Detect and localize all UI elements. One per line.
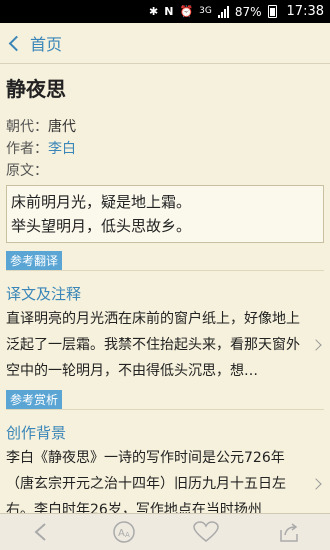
alarm-icon: ⏰ [179, 5, 194, 18]
chevron-left-icon [8, 35, 25, 51]
appreciation-tag: 参考赏析 [6, 390, 63, 409]
dynasty-row: 朝代：唐代 [6, 116, 324, 138]
status-bar: ✱ N ⏰ 3G 87% 17:38 [0, 0, 330, 23]
dynasty-value: 唐代 [48, 119, 76, 135]
share-icon [280, 523, 298, 542]
poem-line: 举头望明月，低头思故乡。 [11, 217, 192, 235]
clock: 17:38 [286, 4, 324, 19]
poem-title: 静夜思 [6, 77, 66, 101]
author-row: 作者：李白 [6, 138, 324, 160]
author-link[interactable]: 李白 [48, 141, 76, 157]
chevron-right-icon [310, 478, 322, 490]
translation-body: 直译明亮的月光洒在床前的窗户纸上，好像地上泛起了一层霜。我禁不住抬起头来，看那天… [6, 306, 324, 384]
back-button[interactable]: 首页 [8, 31, 62, 55]
translation-title: 译文及注释 [6, 285, 82, 303]
background-title: 创作背景 [6, 424, 67, 442]
network-type-label: 3G [199, 6, 212, 16]
translation-section[interactable]: 译文及注释 直译明亮的月光洒在床前的窗户纸上，好像地上泛起了一层霜。我禁不住抬起… [6, 283, 324, 384]
favorite-button[interactable] [186, 517, 226, 547]
toolbar-back-button[interactable] [21, 517, 61, 547]
svg-text:A: A [125, 531, 130, 539]
divider [6, 409, 324, 410]
poem-line: 床前明月光，疑是地上霜。 [11, 193, 192, 211]
poem-text-box: 床前明月光，疑是地上霜。 举头望明月，低头思故乡。 [6, 185, 324, 243]
background-body: 李白《静夜思》一诗的写作时间是公元726年（唐玄宗开元之治十四年）旧历九月十五日… [6, 445, 324, 513]
font-size-button[interactable]: A A [104, 517, 144, 547]
dynasty-label: 朝代： [6, 119, 48, 135]
back-icon [34, 523, 46, 541]
original-text-label: 原文： [6, 163, 48, 179]
battery-icon [267, 5, 277, 18]
background-section[interactable]: 创作背景 李白《静夜思》一诗的写作时间是公元726年（唐玄宗开元之治十四年）旧历… [6, 422, 324, 513]
author-label: 作者： [6, 141, 48, 157]
signal-icon [217, 5, 229, 18]
background-text: 李白《静夜思》一诗的写作时间是公元726年（唐玄宗开元之治十四年）旧历九月十五日… [6, 450, 286, 513]
translation-tag: 参考翻译 [6, 251, 63, 270]
font-size-icon: A A [113, 521, 135, 543]
bluetooth-icon: ✱ [149, 5, 159, 18]
chevron-right-icon [310, 339, 322, 351]
translation-text: 直译明亮的月光洒在床前的窗户纸上，好像地上泛起了一层霜。我禁不住抬起头来，看那天… [6, 311, 300, 379]
svg-text:A: A [118, 528, 125, 539]
divider [6, 270, 324, 271]
nfc-icon: N [164, 5, 174, 18]
poem-content[interactable]: 静夜思 朝代：唐代 作者：李白 原文： 床前明月光，疑是地上霜。 举头望明月，低… [0, 65, 330, 513]
poem-meta: 朝代：唐代 作者：李白 原文： [6, 116, 324, 182]
heart-icon [193, 521, 220, 542]
bottom-toolbar: A A [0, 513, 330, 550]
battery-percent: 87% [234, 4, 262, 19]
back-button-label: 首页 [30, 35, 63, 54]
share-button[interactable] [269, 517, 309, 547]
nav-bar: 首页 [0, 23, 330, 64]
